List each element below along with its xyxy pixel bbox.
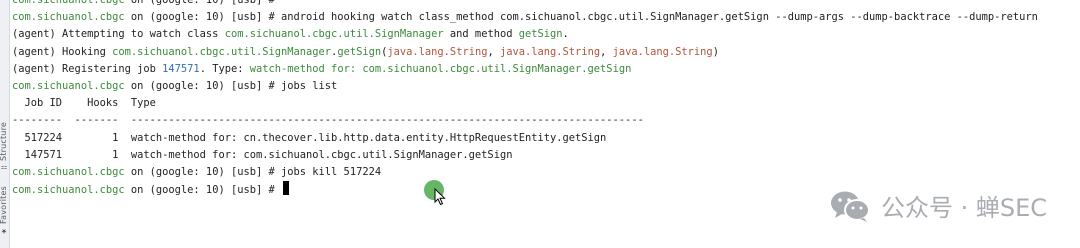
terminal-text: on (google: 10) [usb] # android hooking … (124, 11, 1038, 24)
terminal-text: on (google: 10) [usb] # jobs list (124, 79, 338, 92)
terminal-text: -------- ------- -----------------------… (12, 114, 644, 127)
terminal-token-param: java.lang.String (499, 45, 601, 58)
structure-icon: ⚏ (0, 163, 8, 172)
terminal-text: (agent) Registering job (12, 62, 163, 75)
terminal-text: on (google: 10) [usb] # jobs kill 517224 (124, 165, 382, 178)
terminal-token-host: com.sichuanol.cbgc (12, 165, 125, 178)
terminal-token-method: getSign (337, 45, 382, 58)
terminal-text: . Type: (199, 62, 250, 75)
tab-favorites[interactable]: ★ Favorites (0, 186, 10, 235)
text-cursor (283, 181, 290, 196)
terminal-token-param: java.lang.String (387, 45, 488, 58)
mouse-pointer-icon (434, 188, 446, 206)
terminal-line: com.sichuanol.cbgc on (google: 10) [usb]… (12, 164, 1076, 181)
terminal-line: (agent) Hooking com.sichuanol.cbgc.util.… (12, 44, 1076, 61)
terminal-text: , (487, 45, 500, 58)
watermark: 公众号 · 蝉SEC (829, 188, 1047, 223)
terminal-text: on (google: 10) [usb] # (124, 184, 282, 197)
terminal-text: 147571 1 watch-method for: com.sichuanol… (12, 148, 513, 161)
terminal-token-host: com.sichuanol.cbgc (12, 0, 125, 6)
terminal-text: ) (712, 45, 719, 58)
watermark-text: 公众号 · 蝉SEC (880, 194, 1047, 222)
tab-structure-label: Structure (0, 122, 8, 162)
terminal-text: on (google: 10) [usb] # (124, 0, 275, 6)
terminal-token-cls: watch-method for: com.sichuanol.cbgc.uti… (249, 62, 632, 75)
tool-window-strip: ⚏ Structure ★ Favorites (0, 0, 10, 248)
terminal-window: ⚏ Structure ★ Favorites com.sichuanol.cb… (0, 0, 1080, 248)
terminal-line: Job ID Hooks Type (12, 95, 1076, 112)
terminal-token-host: com.sichuanol.cbgc (12, 184, 125, 197)
terminal-line: 517224 1 watch-method for: cn.thecover.l… (12, 130, 1076, 147)
terminal-text: Job ID Hooks Type (12, 97, 156, 110)
terminal-line: (agent) Registering job 147571. Type: wa… (12, 61, 1076, 78)
terminal-token-param: java.lang.String (612, 45, 713, 58)
terminal-text: . (562, 28, 569, 41)
star-icon: ★ (0, 226, 8, 235)
wechat-icon (830, 191, 870, 222)
terminal-line: (agent) Attempting to watch class com.si… (12, 26, 1076, 43)
terminal-token-cls: com.sichuanol.cbgc.util.SignManager (112, 45, 332, 58)
terminal-token-jobid: 147571 (162, 62, 200, 75)
terminal-text: and method (443, 28, 519, 41)
terminal-text: (agent) Hooking (12, 45, 113, 58)
terminal-line: com.sichuanol.cbgc on (google: 10) [usb]… (12, 0, 1076, 9)
terminal-text: 517224 1 watch-method for: cn.thecover.l… (12, 131, 607, 144)
terminal-line: com.sichuanol.cbgc on (google: 10) [usb]… (12, 78, 1076, 95)
terminal-output[interactable]: com.sichuanol.cbgc on (google: 10) [usb]… (12, 0, 1076, 198)
terminal-token-host: com.sichuanol.cbgc (12, 79, 125, 92)
terminal-text: , (600, 45, 613, 58)
terminal-token-method: getSign (518, 28, 563, 41)
terminal-line: com.sichuanol.cbgc on (google: 10) [usb]… (12, 9, 1076, 26)
terminal-line: -------- ------- -----------------------… (12, 112, 1076, 129)
terminal-line: 147571 1 watch-method for: com.sichuanol… (12, 147, 1076, 164)
terminal-text: (agent) Attempting to watch class (12, 28, 225, 41)
terminal-token-cls: com.sichuanol.cbgc.util.SignManager (224, 28, 444, 41)
tab-favorites-label: Favorites (0, 186, 8, 224)
terminal-token-host: com.sichuanol.cbgc (12, 11, 125, 24)
tab-structure[interactable]: ⚏ Structure (0, 122, 10, 172)
